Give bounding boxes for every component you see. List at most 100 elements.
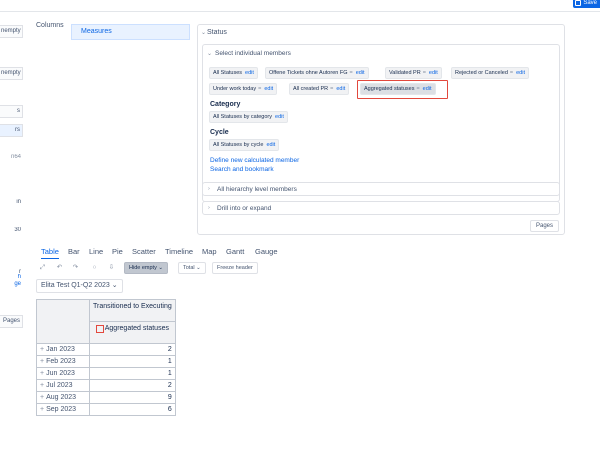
freeze-header-button[interactable]: Freeze header — [212, 262, 258, 274]
left-panel-item-nonempty-1[interactable]: nempty — [0, 25, 23, 38]
left-panel-item-s[interactable]: s — [0, 105, 23, 118]
highlight-box — [357, 80, 448, 99]
save-icon — [575, 0, 582, 6]
define-calculated-member-link[interactable]: Define new calculated member — [210, 157, 299, 164]
cycle-heading: Cycle — [210, 129, 229, 136]
tab-gantt[interactable]: Gantt — [226, 247, 244, 256]
search-and-bookmark-link[interactable]: Search and bookmark — [210, 166, 274, 173]
hide-empty-button[interactable]: Hide empty ⌄ — [124, 262, 168, 274]
chevron-down-icon: ⌄ — [196, 265, 201, 271]
left-panel-item-nonempty-2[interactable]: nempty — [0, 67, 23, 80]
expand-toggle-icon[interactable] — [95, 325, 104, 333]
left-panel-text-30: 30 — [14, 227, 21, 233]
table-cell: 9 — [89, 391, 176, 404]
member-chip-all-created-pr[interactable]: All created PR = edit — [289, 83, 350, 95]
row-header[interactable]: + Sep 2023 — [36, 403, 90, 416]
left-panel-pages-button[interactable]: Pages — [0, 315, 23, 328]
edit-link[interactable]: edit — [429, 70, 438, 76]
table-cell: 6 — [89, 403, 176, 416]
member-chip-offene-tickets[interactable]: Offene Tickets ohne Autoren FG = edit — [265, 67, 369, 79]
edit-link[interactable]: edit — [266, 142, 275, 148]
left-panel-item-rs[interactable]: rs — [0, 124, 23, 137]
left-panel-link-ge[interactable]: ge — [0, 281, 23, 287]
pages-button[interactable]: Pages — [529, 220, 559, 232]
plus-icon[interactable]: + — [40, 382, 44, 389]
save-button[interactable]: Save — [573, 0, 600, 8]
tab-table[interactable]: Table — [41, 247, 59, 259]
table-cell: 2 — [89, 343, 176, 356]
member-chip-statuses-by-category[interactable]: All Statuses by category edit — [209, 111, 288, 123]
equals-icon: = — [509, 70, 514, 76]
left-panel: nempty nempty s rs n64 in 30 r h ge Page… — [0, 18, 23, 338]
tab-timeline[interactable]: Timeline — [165, 247, 193, 256]
member-chip-validated-pr[interactable]: Validated PR = edit — [385, 67, 442, 79]
column-header-measure[interactable]: Transitioned to Executing — [89, 299, 176, 322]
drill-into-or-expand-section[interactable]: › Drill into or expand — [202, 201, 560, 215]
download-icon[interactable]: ⇩ — [106, 262, 117, 274]
column-header-status[interactable]: Aggregated statuses — [89, 321, 176, 344]
status-panel-title[interactable]: Status — [207, 29, 227, 36]
undo-icon[interactable]: ↶ — [54, 262, 65, 274]
tab-line[interactable]: Line — [89, 247, 103, 256]
plus-icon[interactable]: + — [40, 346, 44, 353]
left-panel-text-n64: n64 — [10, 154, 21, 160]
plus-icon[interactable]: + — [40, 394, 44, 401]
table-row: + Aug 2023 9 — [36, 391, 176, 404]
equals-icon: = — [349, 70, 353, 76]
all-hierarchy-level-members-section[interactable]: › All hierarchy level members — [202, 182, 560, 196]
tab-bar[interactable]: Bar — [68, 247, 80, 256]
results-table: Transitioned to Executing Aggregated sta… — [36, 299, 176, 416]
left-panel-link-h[interactable]: h — [0, 274, 23, 280]
select-individual-members-title[interactable]: Select individual members — [215, 50, 291, 57]
left-panel-text-in: in — [16, 199, 21, 205]
tab-pie[interactable]: Pie — [112, 247, 123, 256]
category-heading: Category — [210, 101, 241, 108]
row-header[interactable]: + Jan 2023 — [36, 343, 90, 356]
row-header[interactable]: + Aug 2023 — [36, 391, 90, 404]
redo-icon[interactable]: ↷ — [70, 262, 81, 274]
chevron-right-icon: › — [208, 205, 210, 211]
edit-link[interactable]: edit — [336, 86, 345, 92]
equals-icon: = — [330, 86, 334, 92]
measures-dimension-chip[interactable]: Measures — [71, 24, 190, 40]
row-header[interactable]: + Jul 2023 — [36, 379, 90, 392]
plus-icon[interactable]: + — [40, 358, 44, 365]
tab-map[interactable]: Map — [202, 247, 217, 256]
equals-icon: = — [422, 70, 426, 76]
tab-scatter[interactable]: Scatter — [132, 247, 156, 256]
plus-icon[interactable]: + — [40, 370, 44, 377]
expand-icon[interactable]: ⤢ — [37, 262, 48, 274]
edit-link[interactable]: edit — [264, 86, 273, 92]
edit-link[interactable]: edit — [356, 70, 365, 76]
table-row: + Jul 2023 2 — [36, 379, 176, 392]
tab-gauge[interactable]: Gauge — [255, 247, 278, 256]
equals-icon: = — [258, 86, 262, 92]
chevron-down-icon[interactable]: ⌄ — [201, 29, 206, 36]
status-dimension-panel: ⌄ Status ⌄ Select individual members All… — [197, 24, 565, 235]
member-chip-statuses-by-cycle[interactable]: All Statuses by cycle edit — [209, 139, 280, 151]
chevron-down-icon[interactable]: ⌄ — [207, 50, 212, 57]
table-cell: 2 — [89, 379, 176, 392]
chevron-right-icon: › — [208, 186, 210, 192]
table-row: + Sep 2023 6 — [36, 403, 176, 416]
chevron-down-icon: ⌄ — [111, 282, 118, 289]
edit-link[interactable]: edit — [516, 70, 525, 76]
row-header[interactable]: + Jun 2023 — [36, 367, 90, 380]
table-cell: 1 — [89, 367, 176, 380]
table-cell: 1 — [89, 355, 176, 368]
edit-link[interactable]: edit — [275, 114, 284, 120]
top-bar: Save — [0, 0, 600, 12]
plus-icon[interactable]: + — [40, 406, 44, 413]
total-button[interactable]: Total ⌄ — [178, 262, 206, 274]
member-chip-all-statuses[interactable]: All Statuses edit — [209, 67, 258, 79]
page-filter-select[interactable]: Elita Test Q1-Q2 2023 ⌄ — [36, 279, 123, 293]
select-individual-members-section: ⌄ Select individual members All Statuses… — [202, 44, 560, 202]
member-chip-rejected-or-canceled[interactable]: Rejected or Canceled = edit — [451, 67, 529, 79]
edit-link[interactable]: edit — [245, 70, 254, 76]
comment-icon[interactable]: ○ — [89, 262, 100, 274]
table-row: + Jan 2023 2 — [36, 343, 176, 356]
left-panel-divider — [0, 50, 23, 63]
member-chip-under-work-today[interactable]: Under work today = edit — [209, 83, 278, 95]
columns-label: Columns — [36, 22, 64, 29]
row-header[interactable]: + Feb 2023 — [36, 355, 90, 368]
